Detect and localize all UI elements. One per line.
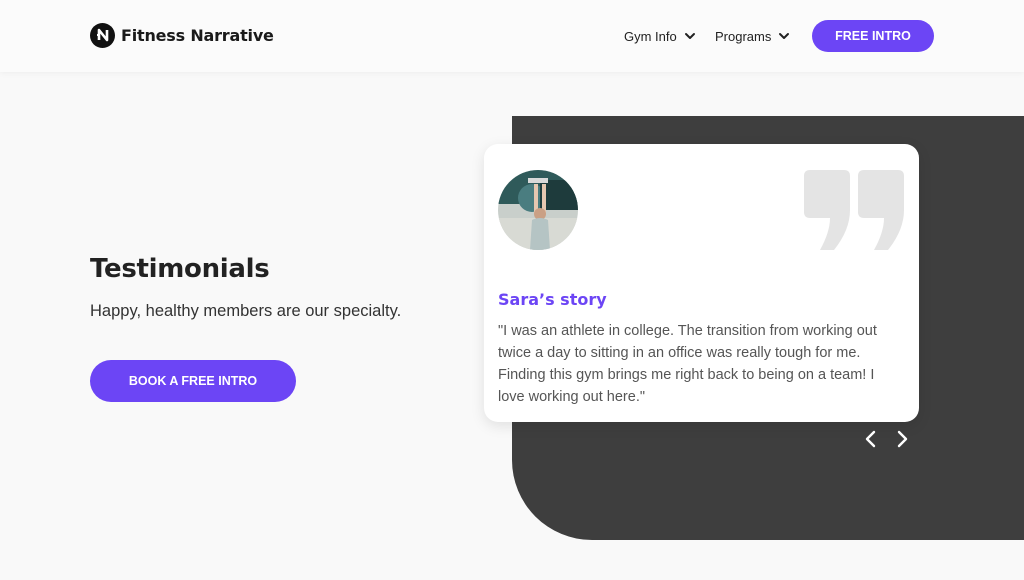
logo-icon xyxy=(90,22,115,48)
nav-gym-info-label: Gym Info xyxy=(624,28,677,44)
brand-logo[interactable]: Fitness Narrative xyxy=(90,22,274,48)
brand-name: Fitness Narrative xyxy=(121,25,274,45)
chevron-right-icon xyxy=(897,430,908,448)
chevron-left-icon xyxy=(865,430,876,448)
page-subtitle: Happy, healthy members are our specialty… xyxy=(90,302,402,320)
free-intro-button[interactable]: FREE INTRO xyxy=(812,20,934,52)
member-avatar xyxy=(498,170,578,250)
nav-programs[interactable]: Programs xyxy=(715,20,791,52)
chevron-down-icon xyxy=(683,29,697,43)
page-title: Testimonials xyxy=(90,254,270,284)
testimonial-quote: "I was an athlete in college. The transi… xyxy=(498,323,877,405)
testimonial-title: Sara’s story xyxy=(498,290,607,309)
nav-programs-label: Programs xyxy=(715,28,772,44)
carousel-prev-button[interactable] xyxy=(861,428,881,450)
book-free-intro-button[interactable]: BOOK A FREE INTRO xyxy=(90,360,296,402)
quote-marks-icon xyxy=(800,170,908,250)
chevron-down-icon xyxy=(777,29,791,43)
site-header: Fitness Narrative Gym Info Programs FREE… xyxy=(0,0,1024,72)
carousel-next-button[interactable] xyxy=(892,428,912,450)
nav-gym-info[interactable]: Gym Info xyxy=(624,20,697,52)
testimonial-card: Sara’s story "I was an athlete in colleg… xyxy=(484,144,919,422)
